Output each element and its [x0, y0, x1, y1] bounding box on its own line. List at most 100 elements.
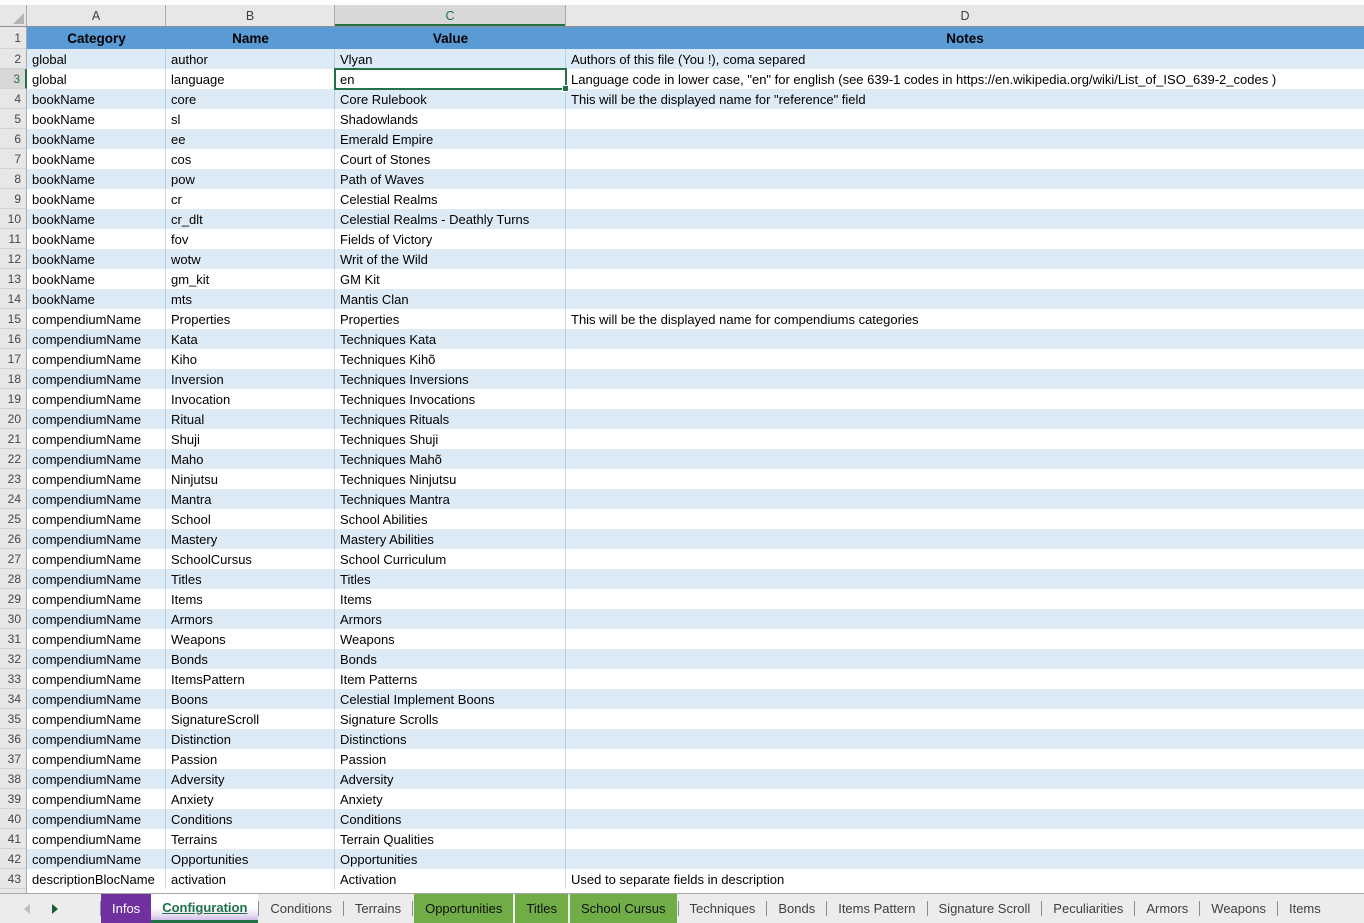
cell[interactable]: Items [166, 589, 335, 609]
sheet-tab-bonds[interactable]: Bonds [767, 894, 826, 923]
cell[interactable] [566, 849, 1364, 869]
cell[interactable]: compendiumName [27, 409, 166, 429]
table-column-title[interactable]: Category [27, 27, 166, 49]
cell[interactable]: Opportunities [166, 849, 335, 869]
cell[interactable]: School [166, 509, 335, 529]
cell[interactable]: Titles [166, 569, 335, 589]
cell[interactable]: Ninjutsu [166, 469, 335, 489]
sheet-tab-peculiarities[interactable]: Peculiarities [1042, 894, 1134, 923]
cell[interactable]: compendiumName [27, 689, 166, 709]
row-header[interactable]: 28 [0, 569, 27, 589]
cell[interactable]: Techniques Mantra [335, 489, 566, 509]
row-header[interactable]: 15 [0, 309, 27, 329]
cell[interactable]: Techniques Kata [335, 329, 566, 349]
cell[interactable]: Language code in lower case, "en" for en… [566, 69, 1364, 89]
row-header[interactable]: 6 [0, 129, 27, 149]
row-header[interactable]: 5 [0, 109, 27, 129]
cell[interactable]: compendiumName [27, 709, 166, 729]
cell[interactable] [566, 369, 1364, 389]
cell[interactable]: Shadowlands [335, 109, 566, 129]
row-header[interactable]: 41 [0, 829, 27, 849]
cell[interactable]: Weapons [166, 629, 335, 649]
cell[interactable]: Core Rulebook [335, 89, 566, 109]
sheet-tab-infos[interactable]: Infos [101, 894, 151, 923]
table-column-title[interactable]: Notes [566, 27, 1364, 49]
cell[interactable]: Activation [335, 869, 566, 889]
row-header[interactable]: 30 [0, 609, 27, 629]
column-header-D[interactable]: D [566, 5, 1364, 26]
cell[interactable]: GM Kit [335, 269, 566, 289]
cell[interactable]: Anxiety [166, 789, 335, 809]
cell[interactable] [566, 189, 1364, 209]
cell[interactable]: language [166, 69, 335, 89]
cell[interactable]: bookName [27, 169, 166, 189]
cell[interactable]: Invocation [166, 389, 335, 409]
cell[interactable] [566, 689, 1364, 709]
cell[interactable] [566, 209, 1364, 229]
cell[interactable]: fov [166, 229, 335, 249]
cell[interactable]: Inversion [166, 369, 335, 389]
row-header[interactable]: 8 [0, 169, 27, 189]
row-header[interactable]: 22 [0, 449, 27, 469]
cell[interactable]: cr [166, 189, 335, 209]
row-header[interactable]: 43 [0, 869, 27, 889]
cell[interactable]: compendiumName [27, 809, 166, 829]
row-header[interactable]: 36 [0, 729, 27, 749]
cell[interactable] [566, 289, 1364, 309]
cell[interactable]: cr_dlt [166, 209, 335, 229]
cell[interactable] [566, 349, 1364, 369]
cell[interactable]: SignatureScroll [166, 709, 335, 729]
cell[interactable]: author [166, 49, 335, 69]
row-header[interactable]: 7 [0, 149, 27, 169]
cell[interactable]: compendiumName [27, 489, 166, 509]
cell[interactable] [566, 329, 1364, 349]
cell[interactable]: cos [166, 149, 335, 169]
cell[interactable]: Used to separate fields in description [566, 869, 1364, 889]
cell[interactable]: bookName [27, 149, 166, 169]
row-header[interactable]: 21 [0, 429, 27, 449]
cell[interactable]: gm_kit [166, 269, 335, 289]
cell[interactable]: This will be the displayed name for comp… [566, 309, 1364, 329]
row-header[interactable]: 10 [0, 209, 27, 229]
row-header[interactable]: 32 [0, 649, 27, 669]
sheet-tab-terrains[interactable]: Terrains [344, 894, 412, 923]
cell[interactable]: global [27, 49, 166, 69]
cell[interactable] [566, 149, 1364, 169]
cell[interactable]: Terrain Qualities [335, 829, 566, 849]
cell[interactable] [566, 269, 1364, 289]
cell[interactable] [566, 769, 1364, 789]
cell[interactable]: global [27, 69, 166, 89]
cell[interactable]: compendiumName [27, 629, 166, 649]
cell[interactable]: bookName [27, 209, 166, 229]
cell[interactable]: compendiumName [27, 509, 166, 529]
column-header-C[interactable]: C [335, 5, 566, 26]
cell[interactable]: Conditions [166, 809, 335, 829]
sheet-tab-items[interactable]: Items [1278, 894, 1332, 923]
row-header[interactable]: 26 [0, 529, 27, 549]
cell[interactable]: Mastery [166, 529, 335, 549]
cell[interactable]: sl [166, 109, 335, 129]
cell[interactable] [566, 589, 1364, 609]
row-header[interactable]: 12 [0, 249, 27, 269]
sheet-tab-items-pattern[interactable]: Items Pattern [827, 894, 926, 923]
cell[interactable]: Armors [335, 609, 566, 629]
cell[interactable] [566, 569, 1364, 589]
row-header[interactable]: 23 [0, 469, 27, 489]
cell[interactable]: Titles [335, 569, 566, 589]
cell[interactable]: Item Patterns [335, 669, 566, 689]
cell[interactable]: Techniques Invocations [335, 389, 566, 409]
row-header[interactable]: 24 [0, 489, 27, 509]
sheet-tab-school-cursus[interactable]: School Cursus [570, 894, 677, 923]
cell[interactable]: ItemsPattern [166, 669, 335, 689]
cell[interactable]: This will be the displayed name for "ref… [566, 89, 1364, 109]
cell[interactable] [566, 429, 1364, 449]
cell[interactable]: compendiumName [27, 549, 166, 569]
cell[interactable]: Vlyan [335, 49, 566, 69]
cell[interactable]: Conditions [335, 809, 566, 829]
table-column-title[interactable]: Name [166, 27, 335, 49]
cell[interactable]: bookName [27, 229, 166, 249]
cell[interactable]: compendiumName [27, 849, 166, 869]
cell[interactable] [566, 809, 1364, 829]
cell[interactable] [566, 449, 1364, 469]
cell[interactable] [566, 709, 1364, 729]
